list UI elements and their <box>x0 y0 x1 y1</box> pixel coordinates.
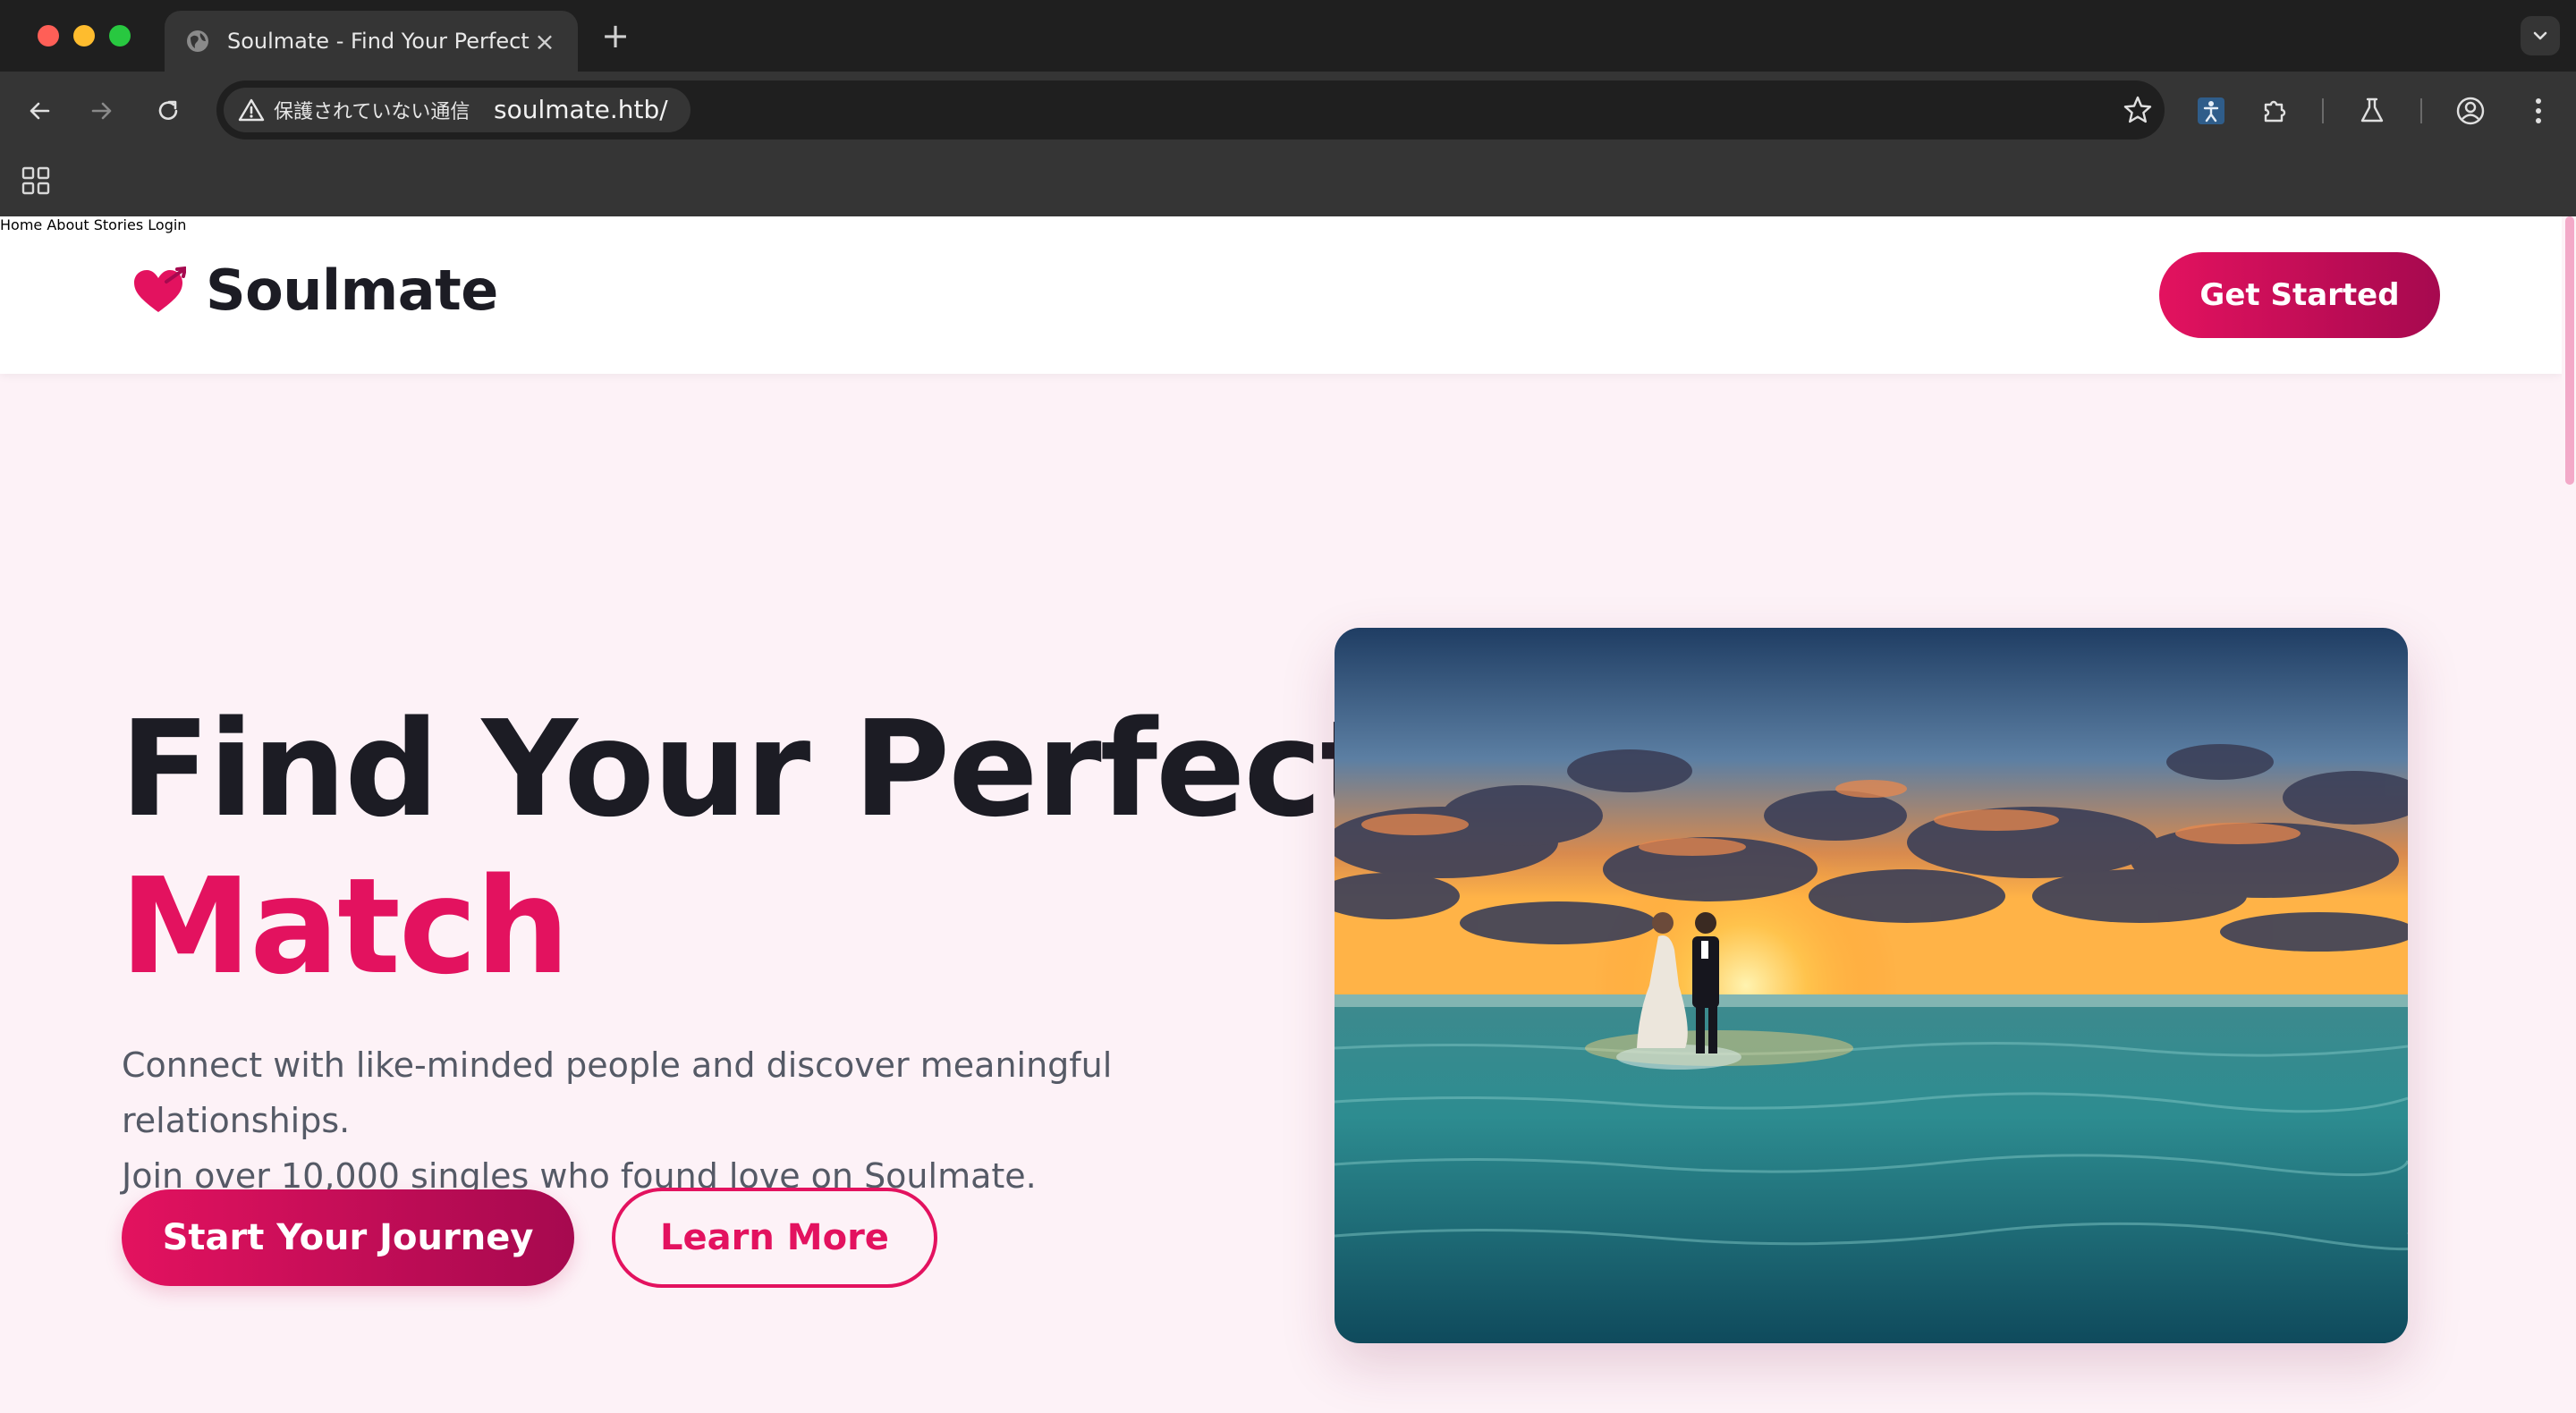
arrow-left-icon <box>30 102 50 120</box>
forward-button[interactable] <box>82 91 122 131</box>
hero-description-line: Connect with like-minded people and disc… <box>122 1045 1113 1140</box>
minimize-window-button[interactable] <box>73 25 95 47</box>
address-bar[interactable]: 保護されていない通信 soulmate.htb/ <box>216 80 2165 140</box>
chevron-down-icon <box>2533 31 2547 40</box>
toolbar-divider <box>2420 98 2422 123</box>
reload-button[interactable] <box>148 91 188 131</box>
hero-title-line: Find Your Perfect <box>120 692 1384 846</box>
hero-description: Connect with like-minded people and disc… <box>122 1037 1302 1204</box>
page-viewport: Soulmate Home About Stories Login Get St… <box>0 216 2576 1413</box>
url-text[interactable]: soulmate.htb/ <box>494 80 668 140</box>
tab-title: Soulmate - Find Your Perfect <box>227 29 530 54</box>
labs-button[interactable] <box>2352 91 2392 131</box>
browser-menu-button[interactable] <box>2519 91 2558 131</box>
bookmark-star-icon[interactable] <box>2122 94 2154 126</box>
get-started-button[interactable]: Get Started <box>2159 252 2440 338</box>
globe-icon <box>184 28 211 55</box>
apps-grid-icon[interactable] <box>20 165 52 197</box>
reload-icon <box>158 100 178 120</box>
warning-icon <box>238 98 265 122</box>
tab-close-icon[interactable]: × <box>531 27 558 56</box>
learn-more-button[interactable]: Learn More <box>612 1188 937 1288</box>
back-button[interactable] <box>20 91 59 131</box>
hero-title: Find Your Perfect Match <box>120 690 1384 1005</box>
hero-title-accent: Match <box>120 850 570 1003</box>
scrollbar-thumb[interactable] <box>2565 216 2574 485</box>
extensions-button[interactable] <box>2256 91 2295 131</box>
tab-search-button[interactable] <box>2521 16 2560 55</box>
site-header: Soulmate Home About Stories Login Get St… <box>0 216 2562 374</box>
browser-tab-bar: Soulmate - Find Your Perfect × + <box>0 0 2576 72</box>
security-label: 保護されていない通信 <box>274 101 470 123</box>
arrow-right-icon <box>91 102 112 120</box>
more-vertical-icon <box>2536 98 2541 123</box>
browser-tab-active[interactable]: Soulmate - Find Your Perfect × <box>165 11 578 72</box>
close-window-button[interactable] <box>38 25 59 47</box>
nav-login[interactable]: Login <box>148 216 186 233</box>
brand-logo[interactable]: Soulmate <box>131 258 498 323</box>
accessibility-extension-icon <box>2198 97 2224 124</box>
bookmarks-bar <box>0 148 2576 216</box>
page-scrollbar[interactable] <box>2562 216 2576 1413</box>
nav-stories[interactable]: Stories <box>94 216 143 233</box>
new-tab-button[interactable]: + <box>597 18 633 54</box>
maximize-window-button[interactable] <box>109 25 131 47</box>
main-nav: Home About Stories Login <box>0 216 2562 233</box>
brand-name: Soulmate <box>206 258 498 323</box>
browser-toolbar: 保護されていない通信 soulmate.htb/ <box>0 72 2576 148</box>
profile-button[interactable] <box>2451 91 2490 131</box>
puzzle-icon <box>2264 100 2286 123</box>
profile-icon <box>2456 97 2485 125</box>
nav-about[interactable]: About <box>47 216 89 233</box>
flask-icon <box>2360 97 2384 123</box>
heart-arrow-icon <box>134 266 186 312</box>
nav-home[interactable]: Home <box>0 216 42 233</box>
toolbar-divider <box>2322 98 2324 123</box>
extension-accessibility-button[interactable] <box>2191 91 2231 131</box>
hero-photo <box>1335 628 2408 1343</box>
start-journey-button[interactable]: Start Your Journey <box>122 1189 574 1286</box>
